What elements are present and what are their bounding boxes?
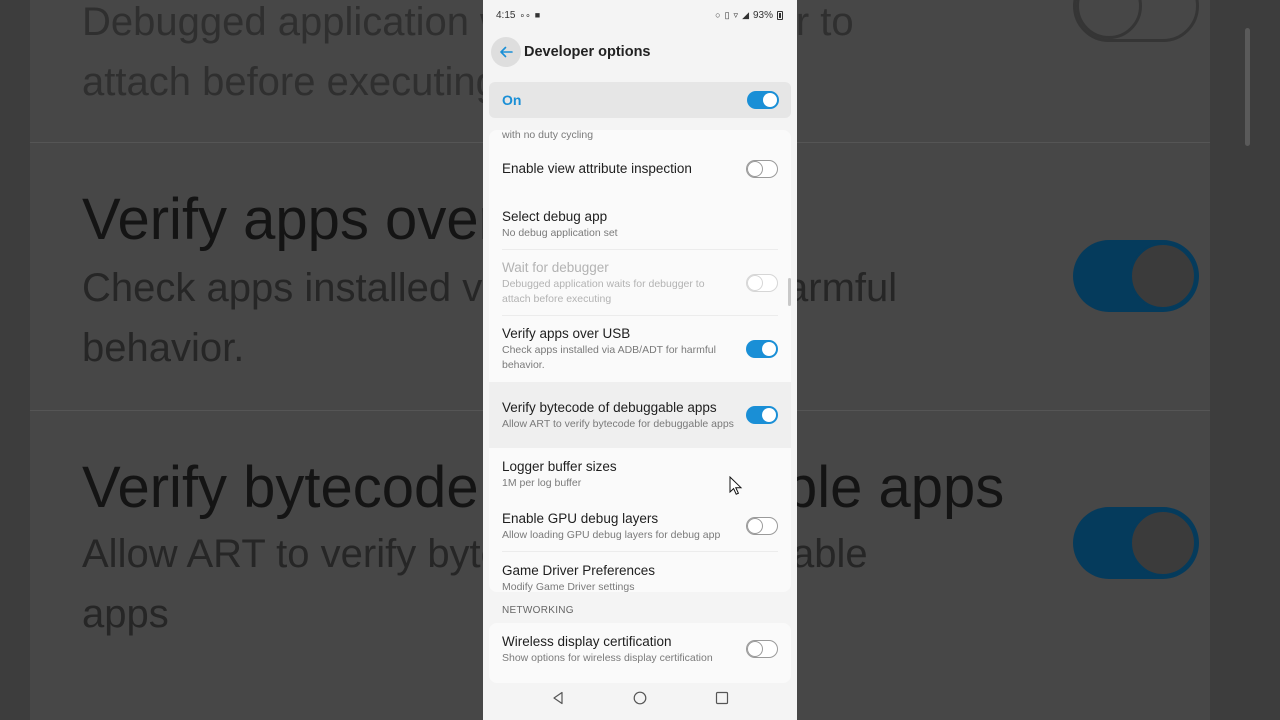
setting-row-verify-bytecode[interactable]: Verify bytecode of debuggable apps Allow… — [489, 382, 791, 448]
wifi-icon: ▿ — [733, 9, 739, 20]
nav-back-button[interactable] — [548, 691, 568, 709]
voicemail-icon: ∘∘ — [519, 9, 531, 20]
nav-recents-button[interactable] — [712, 691, 732, 709]
bg-sub-verify-bytecode-2: apps — [82, 592, 169, 636]
battery-icon — [777, 10, 783, 20]
setting-row-wireless-display[interactable]: Wireless display certification Show opti… — [489, 623, 791, 675]
settings-card: with no duty cycling Enable view attribu… — [489, 130, 791, 592]
vibrate-icon: ▯ — [724, 9, 730, 20]
toggle-gpu-debug[interactable] — [746, 517, 778, 535]
setting-title: Wireless display certification — [502, 633, 672, 649]
bg-toggle-on-1 — [1073, 240, 1199, 312]
master-switch-row[interactable]: On — [489, 82, 791, 118]
setting-title: Verify apps over USB — [502, 326, 631, 341]
setting-row-logger-buffer[interactable]: Logger buffer sizes 1M per log buffer — [489, 448, 791, 500]
arrow-left-icon — [500, 46, 513, 58]
nav-home-button[interactable] — [630, 691, 650, 709]
setting-subtitle: Debugged application waits for debugger … — [502, 278, 705, 305]
bg-line2: attach before executing — [82, 60, 498, 104]
setting-subtitle: Show options for wireless display certif… — [502, 651, 713, 664]
setting-title: Logger buffer sizes — [502, 458, 617, 474]
bg-scrollbar — [1245, 28, 1250, 146]
setting-subtitle: Allow ART to verify bytecode for debugga… — [502, 417, 734, 430]
app-bar: Developer options — [483, 30, 797, 74]
cut-off-text: with no duty cycling — [502, 130, 594, 140]
setting-row-gpu-debug[interactable]: Enable GPU debug layers Allow loading GP… — [489, 500, 791, 552]
setting-row-verify-usb[interactable]: Verify apps over USB Check apps installe… — [489, 316, 791, 382]
toggle-wait-debugger — [746, 274, 778, 292]
phone-screen: 4:15 ∘∘ ■ ○ ▯ ▿ ◢ 93% Developer options … — [483, 0, 797, 720]
setting-row-debug-app[interactable]: Select debug app No debug application se… — [489, 198, 791, 250]
status-bar: 4:15 ∘∘ ■ ○ ▯ ▿ ◢ 93% — [483, 0, 797, 30]
signal-icon: ◢ — [742, 9, 749, 20]
video-record-icon: ■ — [534, 10, 541, 20]
setting-title: Enable view attribute inspection — [502, 161, 692, 176]
section-label-networking: NETWORKING — [502, 605, 574, 616]
setting-title: Wait for debugger — [502, 260, 609, 275]
page-title: Developer options — [524, 44, 651, 60]
back-button[interactable] — [491, 37, 521, 67]
cut-off-row: with no duty cycling — [489, 130, 791, 140]
square-recents-icon — [715, 691, 729, 705]
toggle-view-attribute[interactable] — [746, 160, 778, 178]
list-scrollbar[interactable] — [788, 278, 791, 306]
battery-percent: 93% — [752, 9, 773, 21]
triangle-back-icon — [553, 691, 563, 705]
toggle-wireless-display[interactable] — [746, 640, 778, 658]
setting-title: Select debug app — [502, 208, 608, 224]
bg-toggle-off — [1073, 0, 1199, 42]
status-time: 4:15 — [496, 9, 516, 21]
setting-title: Enable GPU debug layers — [502, 510, 659, 526]
setting-title: Verify bytecode of debuggable apps — [502, 399, 717, 415]
bg-toggle-on-2 — [1073, 507, 1199, 579]
alarm-icon: ○ — [715, 10, 721, 20]
networking-card: Wireless display certification Show opti… — [489, 623, 791, 683]
setting-subtitle: Allow loading GPU debug layers for debug… — [502, 528, 721, 541]
setting-row-view-attribute[interactable]: Enable view attribute inspection — [489, 140, 791, 198]
setting-title: Game Driver Preferences — [502, 562, 656, 578]
setting-subtitle: Modify Game Driver settings — [502, 580, 635, 593]
setting-subtitle: No debug application set — [502, 226, 618, 239]
setting-subtitle: Check apps installed via ADB/ADT for har… — [502, 344, 716, 371]
toggle-verify-usb[interactable] — [746, 340, 778, 358]
bg-sub-verify-usb-2: behavior. — [82, 326, 245, 370]
circle-home-icon — [633, 691, 647, 705]
setting-row-wait-debugger: Wait for debugger Debugged application w… — [489, 250, 791, 316]
navigation-bar — [483, 680, 797, 720]
master-switch-label: On — [502, 92, 522, 108]
mouse-cursor-icon — [729, 476, 743, 495]
toggle-verify-bytecode[interactable] — [746, 406, 778, 424]
master-toggle[interactable] — [747, 91, 779, 109]
setting-subtitle: 1M per log buffer — [502, 476, 582, 489]
setting-row-game-driver[interactable]: Game Driver Preferences Modify Game Driv… — [489, 552, 791, 593]
